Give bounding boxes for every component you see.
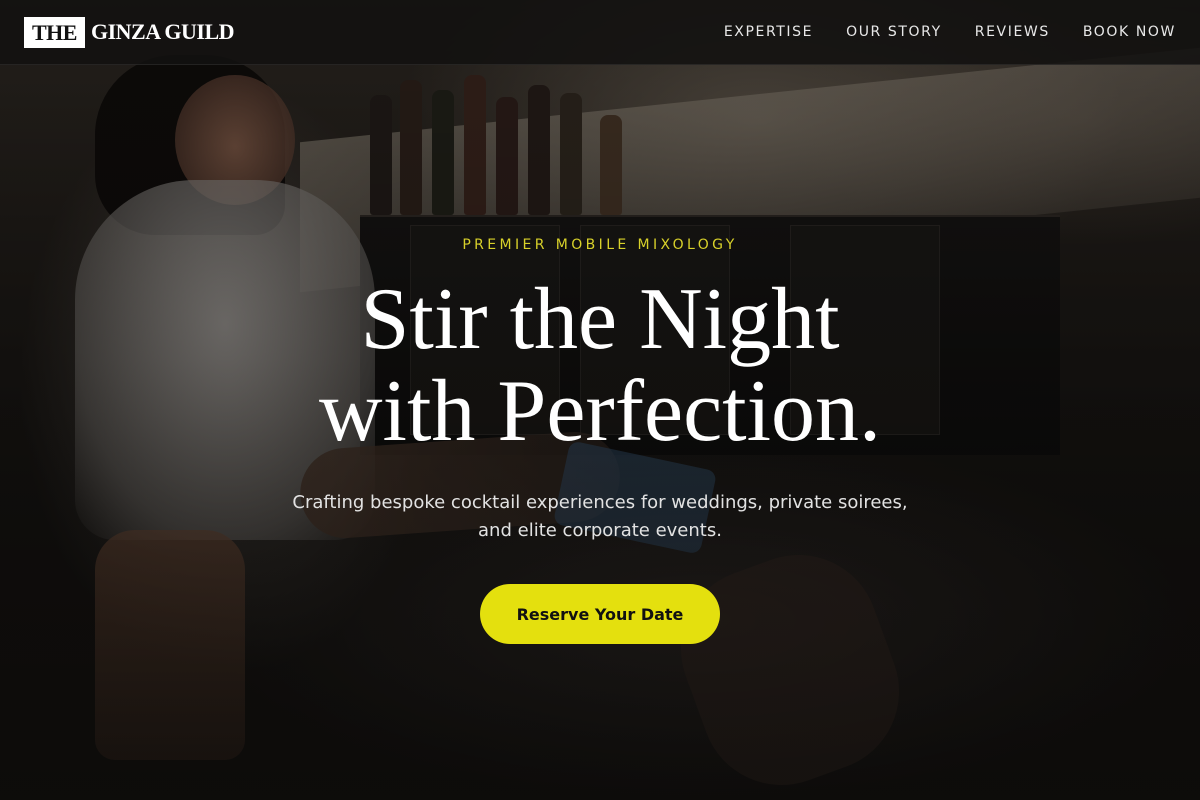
reserve-date-button[interactable]: Reserve Your Date (480, 584, 720, 644)
hero-headline: Stir the Night with Perfection. (0, 274, 1200, 458)
logo-box: THE (24, 16, 85, 48)
hero-subtitle: Crafting bespoke cocktail experiences fo… (250, 489, 950, 545)
nav-book-now[interactable]: BOOK NOW (1083, 24, 1176, 40)
hero-subtitle-line2: and elite corporate events. (478, 520, 722, 541)
nav-reviews[interactable]: REVIEWS (975, 24, 1050, 40)
hero-eyebrow: PREMIER MOBILE MIXOLOGY (462, 237, 738, 253)
nav-our-story[interactable]: OUR STORY (846, 24, 942, 40)
logo-text: GINZA GUILD (90, 19, 235, 44)
hero-headline-line2: with Perfection. (318, 363, 882, 460)
hero-subtitle-line1: Crafting bespoke cocktail experiences fo… (292, 492, 908, 513)
main-nav: EXPERTISE OUR STORY REVIEWS BOOK NOW (724, 24, 1176, 40)
site-header: THE GINZA GUILD EXPERTISE OUR STORY REVI… (0, 0, 1200, 65)
logo[interactable]: THE GINZA GUILD (24, 16, 235, 48)
hero-section: PREMIER MOBILE MIXOLOGY Stir the Night w… (0, 0, 1200, 800)
nav-expertise[interactable]: EXPERTISE (724, 24, 813, 40)
hero-headline-line1: Stir the Night (360, 271, 840, 368)
